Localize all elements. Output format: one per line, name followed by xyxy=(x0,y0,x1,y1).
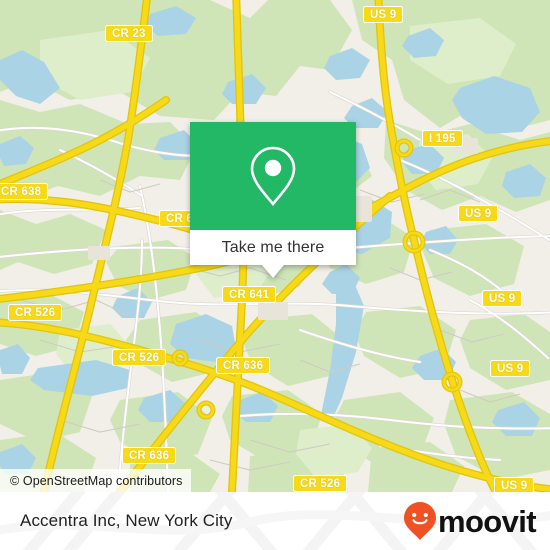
take-me-there-label: Take me there xyxy=(221,238,325,256)
road-shield: US 9 xyxy=(363,6,404,23)
take-me-there-button[interactable]: Take me there xyxy=(190,230,356,278)
location-popup[interactable]: Take me there xyxy=(190,122,356,278)
road-shield: CR 641 xyxy=(222,286,277,303)
road-shield: CR 526 xyxy=(112,349,167,366)
footer-bar: Accentra Inc, New York City moovit xyxy=(0,492,550,550)
road-shield: CR 23 xyxy=(105,25,153,42)
road-shield: CR 636 xyxy=(216,357,271,374)
road-shield: CR 526 xyxy=(293,475,348,492)
road-shield: I 195 xyxy=(422,130,463,147)
moovit-wordmark: moovit xyxy=(437,503,537,539)
osm-attribution[interactable]: © OpenStreetMap contributors xyxy=(0,469,191,492)
road-shield: US 9 xyxy=(458,205,499,222)
road-shield: US 9 xyxy=(482,290,523,307)
location-pin-icon xyxy=(250,146,296,207)
moovit-logo[interactable]: moovit xyxy=(403,492,537,550)
road-shield: US 9 xyxy=(490,360,531,377)
popup-image-area xyxy=(190,122,356,230)
road-shield: US 9 xyxy=(494,477,535,492)
moovit-pin-smile-icon xyxy=(403,502,436,540)
road-shield: CR 526 xyxy=(8,304,63,321)
road-shield: CR 638 xyxy=(0,183,49,200)
popup-tail xyxy=(262,265,284,278)
page-title: Accentra Inc, New York City xyxy=(20,511,233,530)
map-page: CR 23 US 9I 195 CR 638 CR 64 US 9 CR 641 US 9C… xyxy=(0,0,550,550)
road-shield: CR 636 xyxy=(122,447,177,464)
